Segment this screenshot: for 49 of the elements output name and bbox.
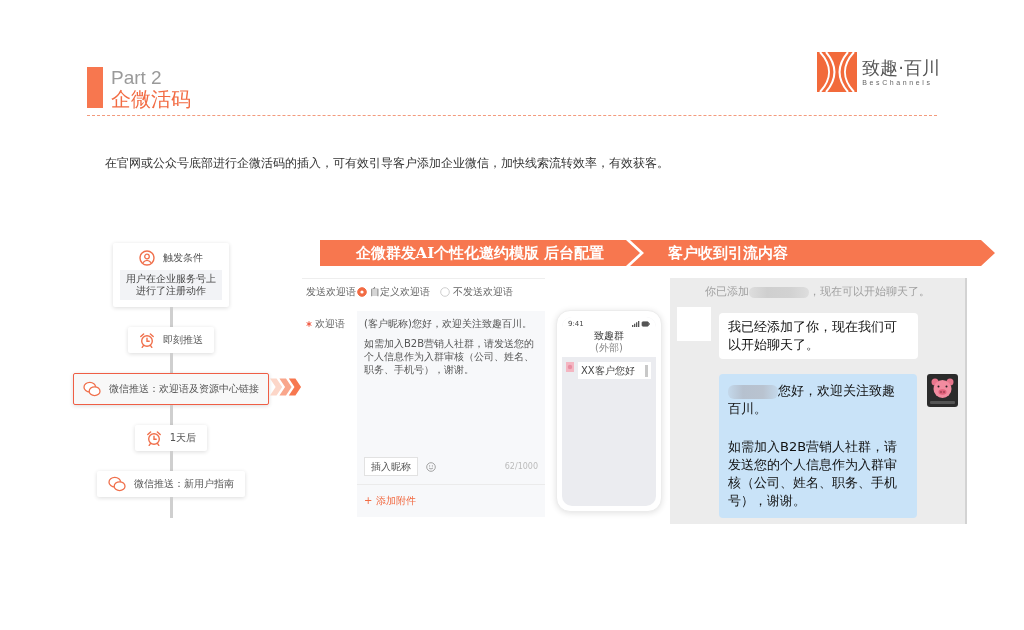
form-label: 欢迎语 (315, 317, 345, 331)
connector-line (169, 451, 173, 471)
message-text: (客户昵称)您好，欢迎关注致趣百川。 (364, 317, 533, 330)
character-count: 62/1000 (504, 460, 538, 473)
title-accent-bar (87, 67, 103, 108)
logo-icon (817, 52, 858, 92)
description-text: 在官网或公众号底部进行企微活码的插入，可有效引导客户添加企业微信，加快线索流转效率，有效获客。 (105, 155, 669, 171)
system-message: 你已添加 (705, 286, 749, 298)
message-text: XX客户您好 (581, 364, 635, 377)
chat-bubbles-icon (108, 476, 126, 492)
message-text: 如需加入B2B营销人社群，请发送您的个人信息作为入群审核（公司、姓名、职务、手机号），谢谢。 (728, 439, 898, 508)
message-text: 您好，欢迎关注致趣百川。 (728, 383, 895, 416)
step-title: 1天后 (169, 431, 197, 445)
step-title: 触发条件 (163, 251, 203, 265)
connector-line (169, 307, 173, 327)
connector-line (169, 497, 173, 518)
chat-title: 致趣群 (593, 329, 625, 342)
alarm-clock-icon (139, 332, 155, 348)
section-title: 企微活码 (111, 88, 191, 110)
radio-icon[interactable] (440, 287, 450, 297)
message-editor[interactable]: (客户昵称)您好，欢迎关注致趣百川。 如需加入B2B营销人社群，请发送您的个人信息作为入群审核（公司、姓名、职务、手机号），谢谢。 插入昵称 62/1000 + 添加附件 (357, 311, 545, 517)
chevron-arrow-icon (270, 378, 302, 396)
banner-step: 客户收到引流内容 (630, 240, 995, 266)
message-text: 我已经添加了你，现在我们可以开始聊天了。 (728, 319, 897, 352)
banner-step: 企微群发AI个性化邀约模版 后台配置 (320, 240, 640, 266)
system-message: ，现在可以开始聊天了。 (809, 286, 930, 298)
step-title: 微信推送：欢迎语及资源中心链接 (109, 382, 259, 396)
emoji-icon[interactable] (426, 461, 436, 472)
pig-avatar-icon (927, 374, 958, 407)
step-title: 即刻推送 (163, 333, 203, 347)
chat-subtitle: (外部) (594, 342, 624, 354)
logo-name: 致趣·百川 (862, 56, 940, 78)
connector-line (169, 353, 173, 373)
section-number: Part 2 (111, 67, 163, 88)
radio-icon[interactable] (357, 287, 367, 297)
scrollbar-thumb (645, 364, 648, 377)
signal-battery-icon (632, 321, 650, 327)
alarm-clock-icon (145, 430, 162, 446)
connector-line (169, 405, 173, 425)
step-title: 微信推送：新用户指南 (134, 477, 234, 491)
radio-option[interactable]: 不发送欢迎语 (440, 285, 513, 299)
radio-option[interactable]: 自定义欢迎语 (357, 285, 430, 299)
insert-nickname-button[interactable]: 插入昵称 (364, 457, 418, 476)
message-text: 如需加入B2B营销人社群，请发送您的个人信息作为入群审核（公司、姓名、职务、手机号），谢谢。 (364, 337, 536, 376)
chat-bubbles-icon (83, 381, 101, 397)
trigger-condition: 用户在企业服务号上进行了注册动作 (120, 270, 222, 300)
user-circle-icon (139, 250, 155, 266)
avatar-icon (566, 362, 574, 372)
form-label: 发送欢迎语 (306, 285, 357, 299)
